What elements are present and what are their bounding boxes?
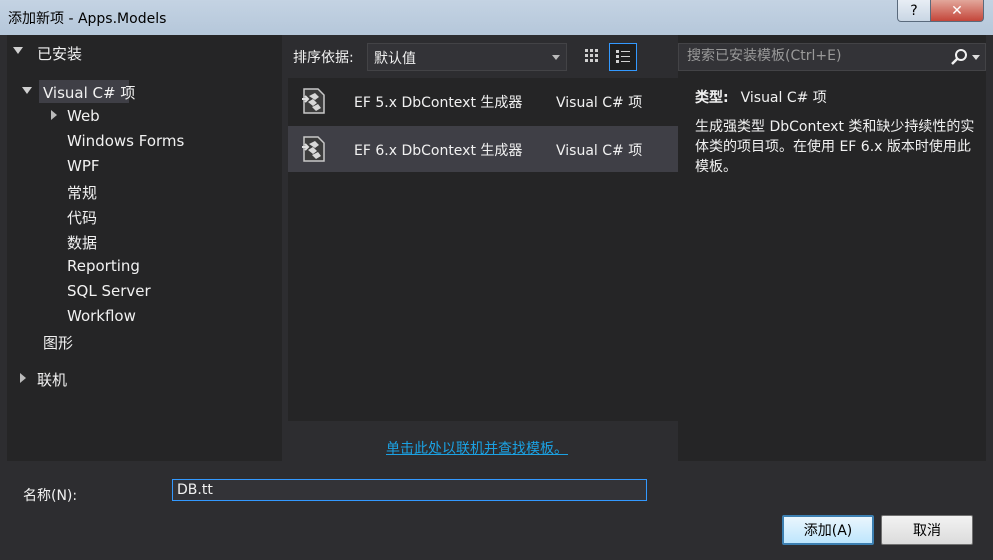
- add-button[interactable]: 添加(A): [782, 515, 874, 545]
- expand-arrow-icon[interactable]: [22, 87, 32, 94]
- template-file-icon: [302, 88, 325, 114]
- list-view-icon: [616, 50, 630, 63]
- category-tree: 已安装 Visual C# 项 Web Windows Forms WPF 常规…: [7, 35, 282, 461]
- template-name: EF 6.x DbContext 生成器: [354, 143, 523, 159]
- tree-node-data[interactable]: 数据: [67, 232, 97, 253]
- cancel-button[interactable]: 取消: [881, 515, 973, 545]
- chevron-down-icon: [552, 55, 560, 60]
- tree-node-reporting[interactable]: Reporting: [67, 257, 140, 275]
- tree-node-windows-forms[interactable]: Windows Forms: [67, 132, 184, 150]
- tree-node-web[interactable]: Web: [67, 107, 100, 125]
- collapse-arrow-icon[interactable]: [20, 373, 26, 383]
- search-input[interactable]: [685, 47, 939, 65]
- type-label: 类型:: [695, 90, 729, 106]
- small-icons-view-button[interactable]: [579, 43, 605, 69]
- tree-node-wpf[interactable]: WPF: [67, 157, 100, 175]
- tree-node-online[interactable]: 联机: [37, 369, 67, 390]
- expand-arrow-icon[interactable]: [13, 47, 23, 54]
- grid-view-icon: [585, 49, 598, 62]
- close-button[interactable]: ✕: [930, 0, 984, 22]
- search-icon[interactable]: [949, 47, 969, 67]
- template-item-ef6[interactable]: EF 6.x DbContext 生成器 Visual C# 项: [288, 126, 678, 172]
- template-item-ef5[interactable]: EF 5.x DbContext 生成器 Visual C# 项: [288, 78, 678, 124]
- type-line: 类型: Visual C# 项: [695, 87, 827, 107]
- sort-value: 默认值: [374, 51, 416, 67]
- template-list: EF 5.x DbContext 生成器 Visual C# 项 EF 6.x …: [288, 78, 678, 421]
- name-label: 名称(N):: [23, 488, 78, 504]
- sort-label: 排序依据:: [293, 50, 354, 66]
- details-view-button[interactable]: [609, 43, 637, 71]
- template-language: Visual C# 项: [556, 95, 643, 111]
- collapse-arrow-icon[interactable]: [51, 110, 57, 120]
- template-name: EF 5.x DbContext 生成器: [354, 95, 523, 111]
- tree-node-graphics[interactable]: 图形: [43, 332, 73, 353]
- tree-node-general[interactable]: 常规: [67, 182, 97, 203]
- window-title: 添加新项 - Apps.Models: [8, 11, 167, 27]
- title-bar: 添加新项 - Apps.Models ? ✕: [0, 0, 993, 35]
- details-pane: 类型: Visual C# 项 生成强类型 DbContext 类和缺少持续性的实…: [678, 35, 986, 461]
- template-list-pane: 排序依据: 默认值 EF 5.x DbContext 生成器 Visual C#…: [288, 35, 678, 461]
- sort-dropdown[interactable]: 默认值: [367, 43, 567, 71]
- template-language: Visual C# 项: [556, 143, 643, 159]
- template-description: 生成强类型 DbContext 类和缺少持续性的实体类的项目项。在使用 EF 6…: [695, 119, 975, 175]
- add-new-item-dialog: 已安装 Visual C# 项 Web Windows Forms WPF 常规…: [7, 35, 986, 553]
- search-box[interactable]: [678, 43, 986, 71]
- tree-node-installed[interactable]: 已安装: [37, 43, 82, 64]
- chevron-down-icon[interactable]: [972, 55, 980, 60]
- type-value: Visual C# 项: [740, 90, 827, 106]
- help-button[interactable]: ?: [897, 0, 931, 22]
- name-input[interactable]: [172, 479, 647, 501]
- tree-node-visual-csharp[interactable]: Visual C# 项: [43, 82, 135, 103]
- template-file-icon: [302, 136, 325, 162]
- online-templates-link[interactable]: 单击此处以联机并查找模板。: [386, 438, 568, 458]
- tree-node-sql-server[interactable]: SQL Server: [67, 282, 151, 300]
- tree-node-workflow[interactable]: Workflow: [67, 307, 136, 325]
- tree-node-code[interactable]: 代码: [67, 207, 97, 228]
